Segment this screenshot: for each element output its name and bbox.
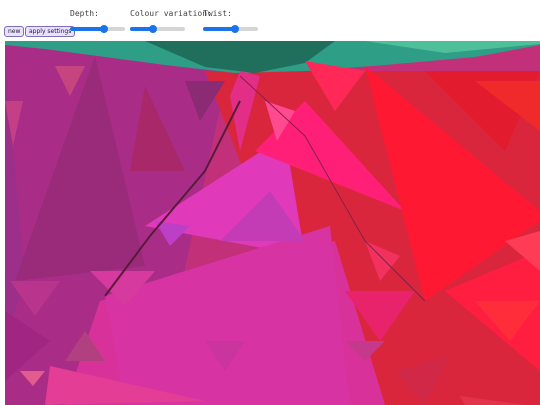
depth-slider-thumb[interactable]: [100, 25, 109, 33]
depth-label: Depth:: [70, 9, 99, 18]
twist-slider[interactable]: [203, 25, 258, 33]
twist-label: Twist:: [203, 9, 232, 18]
fractal-render: [5, 41, 540, 405]
colour-variation-slider-thumb[interactable]: [149, 25, 158, 33]
fractal-canvas[interactable]: [5, 41, 540, 405]
depth-slider-fill: [70, 27, 105, 31]
colour-variation-label: Colour variation:: [130, 9, 212, 18]
twist-slider-thumb[interactable]: [230, 25, 239, 33]
colour-variation-slider-track: [130, 27, 185, 31]
depth-slider-track: [70, 27, 125, 31]
new-button[interactable]: new: [4, 26, 25, 37]
controls-bar: Depth: Colour variation: Twist: new appl…: [0, 0, 540, 40]
depth-slider[interactable]: [70, 25, 125, 33]
apply-settings-button[interactable]: apply settings: [25, 26, 76, 37]
colour-variation-slider[interactable]: [130, 25, 185, 33]
